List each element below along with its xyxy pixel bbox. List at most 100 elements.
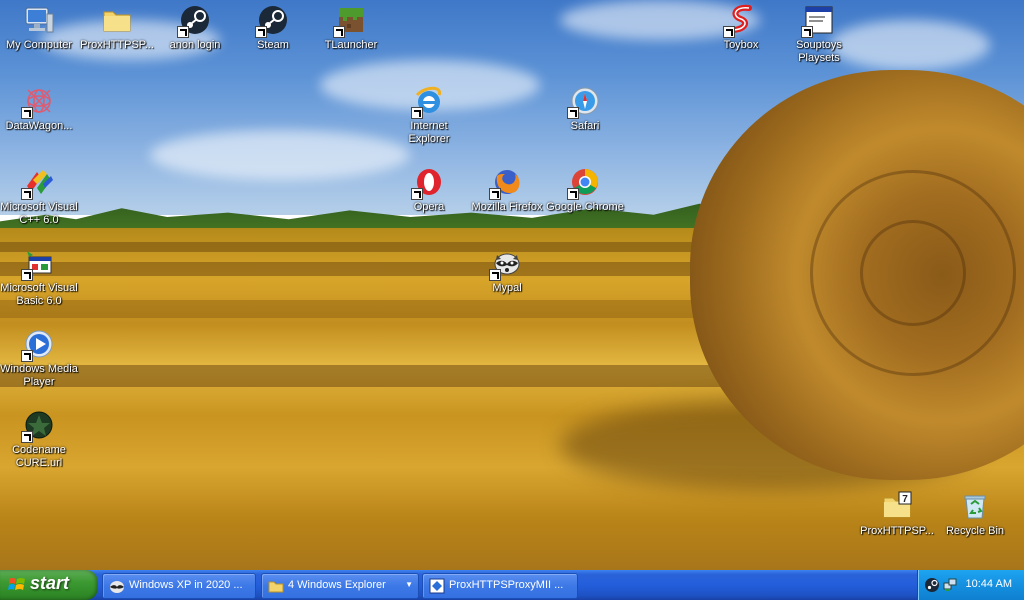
desktop-icon-msvc[interactable]: Microsoft Visual C++ 6.0: [0, 164, 78, 227]
minecraft-grass-icon: [333, 4, 367, 38]
desktop-icon-codename-cure[interactable]: Codename CURE.url: [0, 407, 78, 470]
hay-row: [0, 365, 760, 387]
hay-row: [0, 300, 760, 318]
system-tray: 10:44 AM: [917, 570, 1024, 600]
shortcut-arrow-icon: [21, 269, 33, 281]
desktop-icon-opera[interactable]: Opera: [390, 164, 468, 214]
folder-icon: [268, 581, 284, 593]
desktop-icon-my-computer[interactable]: My Computer: [0, 2, 78, 52]
shortcut-arrow-icon: [723, 26, 735, 38]
chrome-icon: [567, 166, 601, 200]
firefox-icon: [489, 166, 523, 200]
media-player-icon: [21, 328, 55, 362]
icon-label: Recycle Bin: [945, 525, 1005, 537]
icon-label: Toybox: [723, 39, 759, 51]
icon-label: Google Chrome: [546, 201, 624, 213]
icon-label: Mozilla Firefox: [471, 201, 543, 213]
shortcut-arrow-icon: [489, 269, 501, 281]
shortcut-arrow-icon: [567, 188, 579, 200]
hay-row: [0, 262, 760, 276]
codename-cure-icon: [21, 409, 55, 443]
desktop-icon-souptoys[interactable]: Souptoys Playsets: [780, 2, 858, 65]
shortcut-arrow-icon: [21, 188, 33, 200]
recycle-bin-icon: [959, 490, 991, 522]
icon-label: ProxHTTPSP...: [80, 39, 154, 51]
mypal-raccoon-icon: [489, 247, 523, 281]
icon-label: Microsoft Visual C++ 6.0: [0, 201, 78, 226]
opera-icon: [411, 166, 445, 200]
cloud: [150, 130, 410, 180]
internet-explorer-icon: [411, 85, 445, 119]
window-app-icon: [801, 4, 835, 38]
taskbar-item-windows-explorer-group[interactable]: 4 Windows Explorer ▼: [261, 573, 419, 599]
desktop-icon-steam[interactable]: Steam: [234, 2, 312, 52]
shortcut-arrow-icon: [801, 26, 813, 38]
desktop-icon-internet-explorer[interactable]: Internet Explorer: [390, 83, 468, 146]
shortcut-arrow-icon: [255, 26, 267, 38]
desktop-icon-tlauncher[interactable]: TLauncher: [312, 2, 390, 52]
computer-icon: [23, 4, 55, 36]
taskbar-item-proxhttpsproxy[interactable]: ProxHTTPSProxyMII ...: [422, 573, 578, 599]
desktop-icon-safari[interactable]: Safari: [546, 83, 624, 133]
desktop-icon-firefox[interactable]: Mozilla Firefox: [468, 164, 546, 214]
steam-tray-icon[interactable]: [924, 577, 940, 593]
desktop-icon-recycle-bin[interactable]: Recycle Bin: [936, 488, 1014, 538]
icon-label: Mypal: [492, 282, 522, 294]
icon-label: My Computer: [5, 39, 73, 51]
safari-icon: [567, 85, 601, 119]
taskbar-item-label: ProxHTTPSProxyMII ...: [449, 579, 564, 591]
icon-label: Safari: [570, 120, 600, 132]
icon-label: anon login: [169, 39, 221, 51]
hay-row: [0, 242, 760, 252]
datawagon-icon: [21, 85, 55, 119]
visual-cpp-icon: [21, 166, 55, 200]
shortcut-arrow-icon: [411, 107, 423, 119]
proxy-app-icon: [429, 578, 445, 594]
desktop-icon-chrome[interactable]: Google Chrome: [546, 164, 624, 214]
taskbar-item-label: 4 Windows Explorer: [288, 579, 386, 591]
shortcut-arrow-icon: [21, 107, 33, 119]
desktop-icon-datawagon[interactable]: DataWagon...: [0, 83, 78, 133]
windows-flag-icon: [8, 578, 25, 590]
desktop-icon-proxhttps-folder[interactable]: ProxHTTPSP...: [78, 2, 156, 52]
shortcut-arrow-icon: [489, 188, 501, 200]
taskbar-item-windows-xp-2020[interactable]: Windows XP in 2020 ...: [102, 573, 256, 599]
icon-label: ProxHTTPSP...: [860, 525, 934, 537]
icon-label: TLauncher: [324, 39, 378, 51]
icon-label: Codename CURE.url: [12, 444, 66, 469]
shortcut-arrow-icon: [333, 26, 345, 38]
svg-text:7: 7: [902, 494, 908, 505]
desktop-icon-mypal[interactable]: Mypal: [468, 245, 546, 295]
taskbar: start Windows XP in 2020 ... 4 Windows E…: [0, 570, 1024, 600]
toybox-s-icon: [723, 4, 757, 38]
shortcut-arrow-icon: [21, 350, 33, 362]
visual-basic-icon: [21, 247, 55, 281]
desktop[interactable]: My Computer ProxHTTPSP... anon login Ste…: [0, 0, 1024, 570]
icon-label: Microsoft Visual Basic 6.0: [0, 282, 78, 307]
icon-label: Internet Explorer: [408, 120, 450, 145]
folder-icon: [101, 4, 133, 36]
shortcut-arrow-icon: [567, 107, 579, 119]
steam-icon: [255, 4, 289, 38]
clock[interactable]: 10:44 AM: [966, 578, 1012, 590]
icon-label: DataWagon...: [5, 120, 73, 132]
shortcut-arrow-icon: [177, 26, 189, 38]
compressed-folder-icon: 7: [881, 490, 913, 522]
desktop-icon-vb6[interactable]: Microsoft Visual Basic 6.0: [0, 245, 78, 308]
network-tray-icon[interactable]: [942, 577, 958, 593]
desktop-icon-proxhttps-zip[interactable]: 7 ProxHTTPSP...: [858, 488, 936, 538]
icon-label: Steam: [257, 39, 289, 51]
desktop-icon-anon-login[interactable]: anon login: [156, 2, 234, 52]
desktop-icon-toybox[interactable]: Toybox: [702, 2, 780, 52]
shortcut-arrow-icon: [21, 431, 33, 443]
icon-label: Windows Media Player: [0, 363, 78, 388]
taskbar-item-label: Windows XP in 2020 ...: [129, 579, 243, 591]
start-button[interactable]: start: [0, 570, 98, 600]
start-label: start: [30, 573, 70, 593]
chevron-down-icon: ▼: [405, 580, 413, 589]
steam-icon: [177, 4, 211, 38]
icon-label: Souptoys Playsets: [796, 39, 842, 64]
icon-label: Opera: [413, 201, 445, 213]
desktop-icon-wmp[interactable]: Windows Media Player: [0, 326, 78, 389]
shortcut-arrow-icon: [411, 188, 423, 200]
